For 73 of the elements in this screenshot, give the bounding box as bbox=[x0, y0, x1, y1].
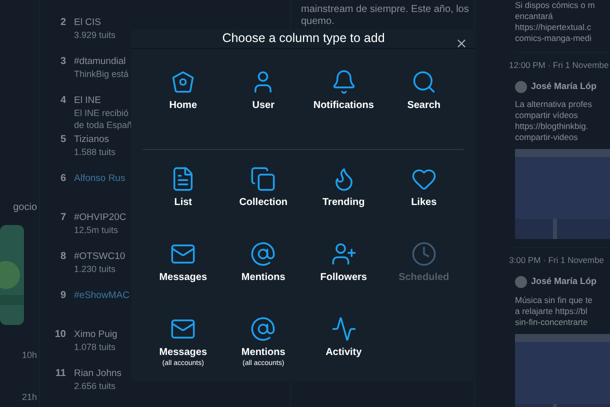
trend-rank: 2 bbox=[59, 16, 66, 29]
modal-title: Choose a column type to add bbox=[222, 30, 385, 47]
tweet-text-line: mainstream de siempre. Este año, los bbox=[301, 4, 469, 16]
user-plus-icon bbox=[330, 240, 357, 267]
tweet-text-line: https://blogthinkbig. bbox=[515, 121, 588, 132]
tweet-text-line: Si dispos cómics o m bbox=[515, 0, 595, 11]
tweet-text-line: sin-fin-concentrarte bbox=[515, 316, 588, 328]
tweet-text-line: compartir vídeos bbox=[515, 110, 578, 122]
column-type-option[interactable]: Followers bbox=[318, 236, 369, 284]
trend-detail: 3.929 tuits bbox=[74, 29, 116, 41]
search-icon bbox=[410, 68, 437, 95]
trend-rank: 8 bbox=[59, 250, 66, 263]
trend-name[interactable]: #dtamundial bbox=[74, 55, 126, 68]
trend-name[interactable]: Rian Johns bbox=[74, 367, 122, 380]
author-name: José María Lóp bbox=[531, 80, 597, 93]
trend-rank: 11 bbox=[54, 367, 66, 380]
close-icon[interactable] bbox=[455, 37, 468, 50]
tweet-text-line: La alternativa profes bbox=[515, 99, 592, 110]
trend-rank: 4 bbox=[59, 94, 66, 107]
column-type-option[interactable]: Home bbox=[167, 64, 200, 112]
trend-detail: 2.656 tuits bbox=[74, 380, 116, 392]
trend-detail: 1.588 tuits bbox=[74, 146, 116, 158]
stacked-squares-icon bbox=[250, 166, 276, 192]
trend-rank: 9 bbox=[59, 289, 66, 302]
tweet-text-line: comics-manga-medi bbox=[515, 33, 592, 44]
trend-name[interactable]: Ximo Puig bbox=[74, 328, 118, 341]
trend-name[interactable]: #eShowMAC bbox=[74, 289, 130, 302]
avatar-icon bbox=[515, 80, 527, 92]
tweet-text-line: encantará bbox=[515, 11, 553, 22]
trend-detail: de toda Españ bbox=[74, 119, 132, 131]
column-type-option[interactable]: Activity bbox=[324, 312, 364, 359]
trend-rank: 10 bbox=[54, 328, 66, 341]
tweet-text-line: a relajarte https://bl bbox=[515, 306, 588, 316]
tweet-text-line: quemo. bbox=[301, 16, 334, 28]
trend-name[interactable]: #OTSWC10 bbox=[74, 250, 126, 263]
trend-detail: ThinkBig está bbox=[74, 68, 129, 80]
timestamp: 10h bbox=[22, 349, 37, 362]
column-type-option[interactable]: User bbox=[248, 64, 278, 112]
tweet-timestamp: 3:00 PM · Fri 1 Novembe bbox=[509, 254, 604, 267]
column-type-option[interactable]: Trending bbox=[320, 162, 367, 209]
column-type-option[interactable]: Mentions bbox=[239, 236, 288, 284]
tweet-timestamp: 12:00 PM · Fri 1 Novembe bbox=[509, 59, 609, 72]
trend-rank: 6 bbox=[59, 172, 66, 185]
trend-name[interactable]: El INE bbox=[74, 94, 101, 107]
trend-name[interactable]: Tizianos bbox=[74, 133, 110, 146]
trend-name[interactable]: #OHVIP20C bbox=[74, 211, 126, 224]
at-sign-icon bbox=[250, 240, 276, 267]
column-type-option[interactable]: Search bbox=[405, 64, 443, 112]
trend-detail: El INE recibió bbox=[74, 107, 129, 119]
at-sign-icon bbox=[250, 316, 276, 342]
avatar-icon bbox=[515, 276, 527, 288]
trend-rank: 7 bbox=[59, 211, 66, 224]
column-type-option[interactable]: Collection bbox=[237, 162, 290, 209]
birdhouse-icon bbox=[170, 68, 196, 95]
trend-detail: 1.230 tuits bbox=[74, 263, 116, 275]
bell-icon bbox=[330, 68, 357, 95]
timestamp: 21h bbox=[22, 390, 37, 404]
author-name: José María Lóp bbox=[531, 275, 597, 288]
trend-rank: 3 bbox=[59, 55, 66, 68]
trend-name[interactable]: El CIS bbox=[74, 16, 101, 29]
tweet-text-line: compartir-videos bbox=[515, 132, 578, 144]
trend-detail: 12,5m tuits bbox=[74, 224, 118, 236]
tweet-text-line: Música sin fin que te bbox=[515, 294, 592, 306]
clock-icon bbox=[410, 240, 437, 267]
tweet-snippet: gocio bbox=[13, 201, 37, 215]
tweet-text-line: https://hipertextual.c bbox=[515, 22, 592, 33]
column-type-option[interactable]: Messages bbox=[157, 236, 210, 284]
trend-rank: 5 bbox=[59, 133, 66, 146]
column-type-option[interactable]: Notifications bbox=[311, 64, 376, 112]
pulse-icon bbox=[330, 316, 357, 342]
column-type-option[interactable]: Likes bbox=[408, 162, 439, 209]
trend-detail: 1.078 tuits bbox=[74, 341, 116, 353]
column-type-option[interactable]: List bbox=[168, 162, 198, 209]
